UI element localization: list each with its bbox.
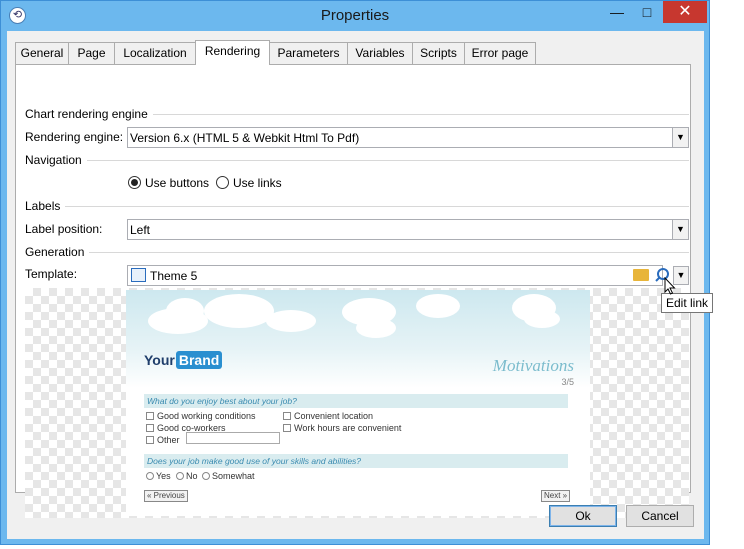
maximize-button[interactable]: □ bbox=[633, 1, 661, 23]
tab-rendering[interactable]: Rendering bbox=[195, 40, 270, 65]
option-radio: Yes bbox=[146, 471, 171, 481]
group-chart-rendering-engine: Chart rendering engine bbox=[25, 107, 153, 121]
chevron-down-icon[interactable]: ▼ bbox=[672, 220, 688, 239]
dialog-body: General Page Localization Rendering Para… bbox=[7, 31, 713, 539]
radio-use-buttons[interactable]: Use buttons bbox=[128, 176, 209, 190]
label-position-value: Left bbox=[130, 223, 151, 237]
tab-localization[interactable]: Localization bbox=[114, 42, 196, 64]
option-checkbox: Good working conditions bbox=[146, 411, 256, 421]
preview-previous-button: « Previous bbox=[144, 490, 188, 502]
theme-preview-page: Your Brand Motivations 3/5 What do you en… bbox=[126, 290, 590, 516]
template-field[interactable]: Theme 5 bbox=[127, 265, 663, 286]
edit-link-tooltip: Edit link bbox=[661, 293, 713, 313]
option-checkbox: Work hours are convenient bbox=[283, 423, 401, 433]
chevron-down-icon[interactable]: ▼ bbox=[672, 128, 688, 147]
tab-parameters[interactable]: Parameters bbox=[269, 42, 348, 64]
label-position-select[interactable]: Left ▼ bbox=[127, 219, 689, 240]
radio-unselected-icon bbox=[216, 176, 229, 189]
tab-page[interactable]: Page bbox=[68, 42, 115, 64]
group-labels: Labels bbox=[25, 199, 66, 213]
preview-next-button: Next » bbox=[541, 490, 571, 502]
option-checkbox: Convenient location bbox=[283, 411, 373, 421]
cancel-button[interactable]: Cancel bbox=[626, 505, 694, 527]
tab-scripts[interactable]: Scripts bbox=[412, 42, 465, 64]
label-position-label: Label position: bbox=[25, 222, 103, 236]
rendering-engine-value: Version 6.x (HTML 5 & Webkit Html To Pdf… bbox=[130, 131, 360, 145]
other-text-box bbox=[186, 432, 280, 444]
rendering-engine-select[interactable]: Version 6.x (HTML 5 & Webkit Html To Pdf… bbox=[127, 127, 689, 148]
minimize-button[interactable]: — bbox=[603, 1, 631, 23]
rendering-panel: Chart rendering engine Rendering engine:… bbox=[15, 64, 713, 518]
option-checkbox: Other bbox=[146, 435, 180, 445]
rendering-engine-label: Rendering engine: bbox=[25, 130, 124, 144]
ok-button[interactable]: Ok bbox=[549, 505, 617, 527]
template-value: Theme 5 bbox=[150, 269, 198, 283]
radio-use-links[interactable]: Use links bbox=[216, 176, 282, 190]
folder-icon[interactable] bbox=[633, 269, 649, 281]
tab-variables[interactable]: Variables bbox=[347, 42, 413, 64]
tab-general[interactable]: General bbox=[15, 42, 69, 64]
question-2: Does your job make good use of your skil… bbox=[144, 454, 568, 468]
template-edit-icon bbox=[131, 268, 146, 282]
preview-heading: Motivations bbox=[492, 356, 574, 375]
option-radio: Somewhat bbox=[202, 471, 255, 481]
brand-logo: Your Brand bbox=[144, 351, 223, 369]
close-button[interactable]: ✕ bbox=[663, 1, 707, 23]
template-label: Template: bbox=[25, 267, 78, 281]
mouse-cursor-icon bbox=[664, 277, 676, 295]
preview-step: 3/5 bbox=[561, 377, 574, 387]
template-preview: Your Brand Motivations 3/5 What do you en… bbox=[25, 288, 689, 518]
title-bar[interactable]: ⟲ Properties — □ ✕ bbox=[1, 1, 709, 31]
tab-error-page[interactable]: Error page bbox=[464, 42, 536, 64]
question-1: What do you enjoy best about your job? bbox=[144, 394, 568, 408]
option-radio: No bbox=[176, 471, 198, 481]
group-navigation: Navigation bbox=[25, 153, 87, 167]
group-generation: Generation bbox=[25, 245, 90, 259]
properties-window: ⟲ Properties — □ ✕ General Page Localiza… bbox=[0, 0, 713, 545]
radio-selected-icon bbox=[128, 176, 141, 189]
